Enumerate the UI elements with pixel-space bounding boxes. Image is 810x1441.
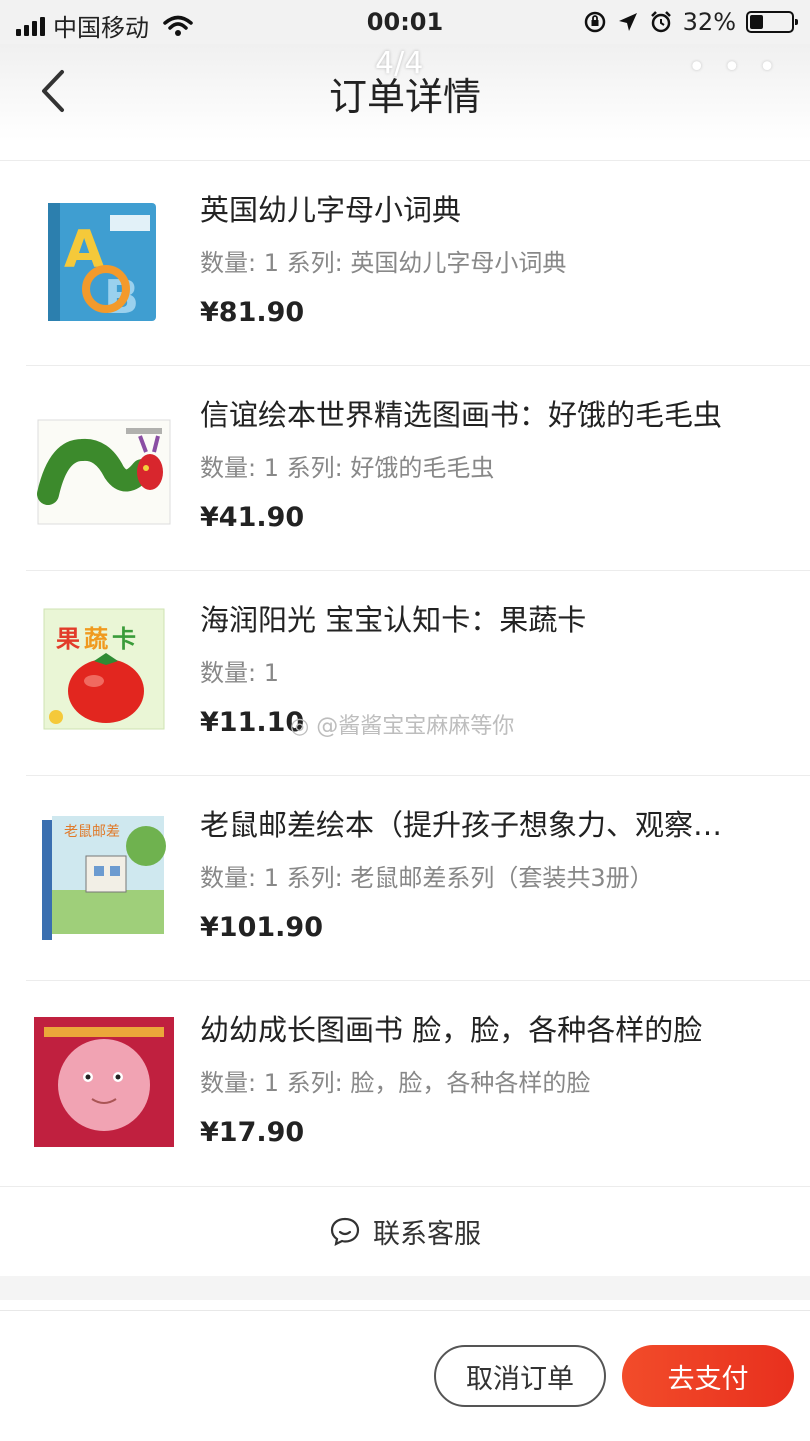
order-item[interactable]: 幼幼成长图画书 脸，脸，各种各样的脸 数量: 1 系列: 脸，脸，各种各样的脸 … bbox=[26, 981, 810, 1185]
watermark: ◎ @酱酱宝宝麻麻等你 bbox=[290, 708, 514, 740]
item-price: ¥17.90 bbox=[200, 1117, 305, 1148]
order-item[interactable]: 老鼠邮差 老鼠邮差绘本（提升孩子想象力、观察… 数量: 1 系列: 老鼠邮差系列… bbox=[26, 776, 810, 981]
book-cover-fruit-veg-cards: 果 蔬 卡 bbox=[43, 608, 165, 730]
book-cover-hungry-caterpillar bbox=[37, 419, 171, 525]
chat-bubble-icon bbox=[330, 1217, 360, 1246]
bottom-action-bar: 取消订单 去支付 bbox=[0, 1310, 810, 1441]
orientation-lock-icon bbox=[584, 11, 605, 33]
item-meta: 数量: 1 系列: 英国幼儿字母小词典 bbox=[200, 249, 567, 277]
weibo-icon: ◎ bbox=[290, 714, 310, 739]
cancel-order-button[interactable]: 取消订单 bbox=[434, 1345, 606, 1407]
item-price: ¥11.10 bbox=[200, 707, 305, 738]
location-icon bbox=[618, 13, 637, 31]
item-info: 海润阳光 宝宝认知卡：果蔬卡 数量: 1 bbox=[200, 597, 770, 688]
contact-service-label: 联系客服 bbox=[373, 1218, 481, 1250]
order-item[interactable]: A B 英国幼儿字母小词典 数量: 1 系列: 英国幼儿字母小词典 ¥81.90 bbox=[26, 161, 810, 366]
watermark-text: @酱酱宝宝麻麻等你 bbox=[316, 714, 515, 739]
book-cover-mouse-postman: 老鼠邮差 bbox=[42, 816, 166, 940]
battery-icon bbox=[746, 11, 798, 33]
item-info: 幼幼成长图画书 脸，脸，各种各样的脸 数量: 1 系列: 脸，脸，各种各样的脸 bbox=[200, 1007, 770, 1098]
svg-text:老鼠邮差: 老鼠邮差 bbox=[64, 824, 120, 840]
item-name: 老鼠邮差绘本（提升孩子想象力、观察… bbox=[200, 808, 723, 842]
item-name: 英国幼儿字母小词典 bbox=[200, 193, 462, 227]
svg-text:蔬: 蔬 bbox=[84, 625, 108, 653]
item-info: 英国幼儿字母小词典 数量: 1 系列: 英国幼儿字母小词典 bbox=[200, 187, 770, 278]
item-name: 信谊绘本世界精选图画书：好饿的毛毛虫 bbox=[200, 398, 723, 432]
book-cover-abc-dictionary: A B bbox=[48, 203, 156, 324]
item-info: 信谊绘本世界精选图画书：好饿的毛毛虫 数量: 1 系列: 好饿的毛毛虫 bbox=[200, 392, 770, 483]
status-right: 32% bbox=[583, 8, 798, 36]
item-price: ¥101.90 bbox=[200, 912, 323, 943]
contact-service-button[interactable]: 联系客服 bbox=[329, 1212, 481, 1251]
item-meta: 数量: 1 bbox=[200, 659, 279, 687]
svg-text:卡: 卡 bbox=[112, 625, 136, 653]
order-item[interactable]: 果 蔬 卡 海润阳光 宝宝认知卡：果蔬卡 数量: 1 ¥11.10 ◎ @酱酱宝… bbox=[26, 571, 810, 776]
status-bar: 中国移动 00:01 32% bbox=[0, 0, 810, 44]
item-name: 海润阳光 宝宝认知卡：果蔬卡 bbox=[200, 603, 587, 637]
item-meta: 数量: 1 系列: 老鼠邮差系列（套装共3册） bbox=[200, 864, 654, 892]
item-info: 老鼠邮差绘本（提升孩子想象力、观察… 数量: 1 系列: 老鼠邮差系列（套装共3… bbox=[200, 802, 770, 893]
item-price: ¥81.90 bbox=[200, 297, 305, 328]
item-name: 幼幼成长图画书 脸，脸，各种各样的脸 bbox=[200, 1013, 703, 1047]
contact-service-row: 联系客服 bbox=[0, 1186, 810, 1275]
item-meta: 数量: 1 系列: 脸，脸，各种各样的脸 bbox=[200, 1069, 591, 1097]
order-item[interactable]: 信谊绘本世界精选图画书：好饿的毛毛虫 数量: 1 系列: 好饿的毛毛虫 ¥41.… bbox=[26, 366, 810, 571]
svg-text:果: 果 bbox=[56, 625, 80, 653]
item-price: ¥41.90 bbox=[200, 502, 305, 533]
more-button[interactable]: • • • bbox=[688, 50, 780, 85]
order-item-list: A B 英国幼儿字母小词典 数量: 1 系列: 英国幼儿字母小词典 ¥81.90… bbox=[0, 160, 810, 1185]
item-meta: 数量: 1 系列: 好饿的毛毛虫 bbox=[200, 454, 495, 482]
battery-percent: 32% bbox=[682, 8, 736, 36]
book-cover-faces bbox=[34, 1017, 174, 1147]
pay-button[interactable]: 去支付 bbox=[622, 1345, 794, 1407]
nav-bar: 4/4 订单详情 • • • bbox=[0, 44, 810, 140]
section-divider bbox=[0, 1276, 810, 1300]
alarm-icon bbox=[650, 11, 671, 33]
